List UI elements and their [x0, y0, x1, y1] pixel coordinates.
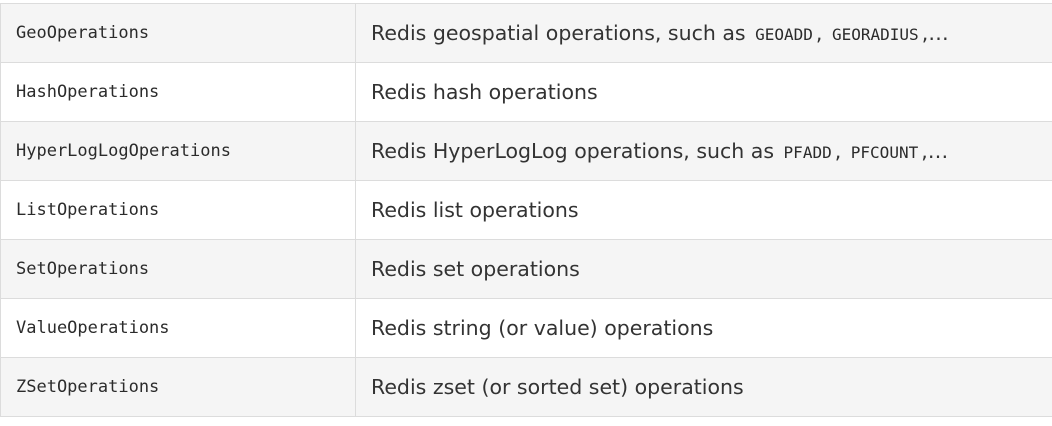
operation-name: ValueOperations: [0, 298, 356, 358]
ellipsis: ,…: [921, 21, 949, 45]
table-row: SetOperations Redis set operations: [0, 239, 1052, 299]
operation-description: Redis geospatial operations, such as GEO…: [355, 3, 1052, 63]
operation-name: HyperLogLogOperations: [0, 121, 356, 181]
operation-description: Redis list operations: [355, 180, 1052, 240]
operation-description: Redis HyperLogLog operations, such as PF…: [355, 121, 1052, 181]
separator: ,: [834, 139, 842, 163]
command-code: PFCOUNT: [850, 143, 919, 162]
operation-name: HashOperations: [0, 62, 356, 122]
ellipsis: ,…: [921, 139, 949, 163]
table-row: ZSetOperations Redis zset (or sorted set…: [0, 357, 1052, 417]
description-text: Redis HyperLogLog operations, such as: [371, 139, 781, 163]
operation-name: ZSetOperations: [0, 357, 356, 417]
separator: ,: [815, 21, 823, 45]
operation-name: GeoOperations: [0, 3, 356, 63]
description-text: Redis geospatial operations, such as: [371, 21, 753, 45]
operations-table: GeoOperations Redis geospatial operation…: [0, 3, 1052, 417]
operation-name: ListOperations: [0, 180, 356, 240]
operation-description: Redis string (or value) operations: [355, 298, 1052, 358]
command-code: PFADD: [783, 143, 832, 162]
table-row: ValueOperations Redis string (or value) …: [0, 298, 1052, 358]
table-row: ListOperations Redis list operations: [0, 180, 1052, 240]
command-code: GEOADD: [755, 25, 813, 44]
table-row: GeoOperations Redis geospatial operation…: [0, 3, 1052, 63]
operation-description: Redis hash operations: [355, 62, 1052, 122]
operation-description: Redis zset (or sorted set) operations: [355, 357, 1052, 417]
command-code: GEORADIUS: [831, 25, 919, 44]
table-row: HyperLogLogOperations Redis HyperLogLog …: [0, 121, 1052, 181]
operation-name: SetOperations: [0, 239, 356, 299]
operation-description: Redis set operations: [355, 239, 1052, 299]
table-row: HashOperations Redis hash operations: [0, 62, 1052, 122]
